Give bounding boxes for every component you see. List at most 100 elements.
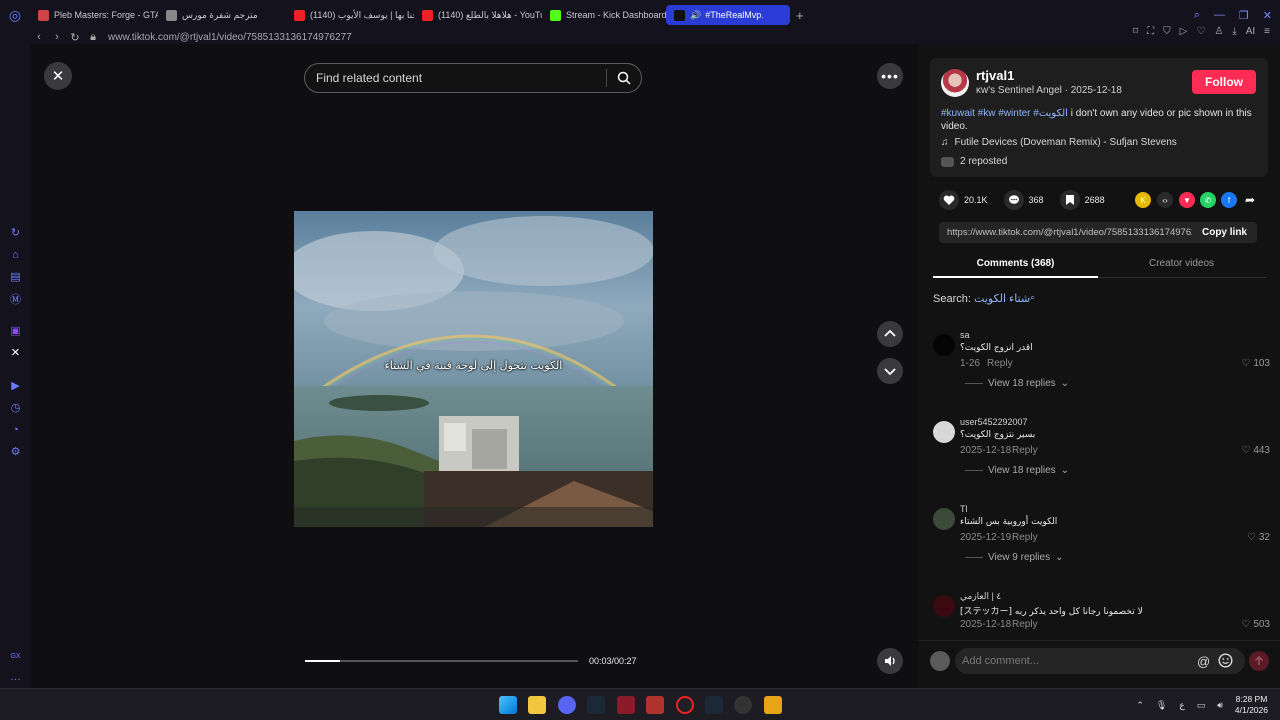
comment-like-button[interactable]: ♡ 443: [1241, 445, 1270, 456]
opera-gx-icon[interactable]: [676, 696, 694, 714]
share-arrow-icon[interactable]: ➦: [1242, 192, 1258, 208]
hashtags[interactable]: #kuwait #kw #winter #الكويت: [941, 108, 1068, 119]
menu-icon[interactable]: ≡: [1264, 26, 1270, 37]
search-icon[interactable]: [607, 71, 641, 85]
tab-tiktok-active[interactable]: 🔊 #TheRealMvp.: [666, 5, 790, 25]
more-options-button[interactable]: •••: [877, 63, 903, 89]
comment-reply-button[interactable]: Reply: [1012, 532, 1038, 543]
reposted-info[interactable]: 2 reposted: [941, 156, 1007, 167]
facebook-icon[interactable]: f: [1221, 192, 1237, 208]
sidebar-player-icon[interactable]: ▶: [9, 379, 22, 392]
adobe-app-icon[interactable]: [617, 696, 635, 714]
snapshot-icon[interactable]: ⛶: [1147, 26, 1154, 37]
comment-like-button[interactable]: ♡ 32: [1247, 532, 1270, 543]
sidebar-bag-icon[interactable]: ⌂: [9, 248, 22, 261]
comment-avatar[interactable]: [933, 508, 955, 530]
clock[interactable]: 8:28 PM 4/1/2026: [1235, 694, 1268, 716]
save-action[interactable]: 2688: [1059, 190, 1105, 210]
new-tab-button[interactable]: +: [796, 8, 804, 23]
search-tabs-icon[interactable]: ⌕: [1194, 9, 1200, 22]
url-field[interactable]: www.tiktok.com/@rtjval1/video/7585133136…: [108, 32, 352, 43]
whatsapp-icon[interactable]: ✆: [1200, 192, 1216, 208]
chevron-up-icon[interactable]: ⌃: [1136, 700, 1144, 711]
forward-button[interactable]: ›: [48, 31, 66, 43]
comment-reply-button[interactable]: Reply: [987, 358, 1013, 369]
copy-link-button[interactable]: Copy link: [1192, 227, 1257, 238]
close-window-button[interactable]: ✕: [1263, 9, 1272, 22]
tab-comments[interactable]: Comments (368): [933, 258, 1098, 269]
share-link-field[interactable]: https://www.tiktok.com/@rtjval1/video/75…: [939, 227, 1192, 238]
volume-button[interactable]: [877, 648, 903, 674]
minimize-button[interactable]: —: [1214, 9, 1225, 21]
language-indicator[interactable]: ع: [1179, 700, 1184, 711]
next-video-button[interactable]: [877, 358, 903, 384]
comment-username[interactable]: Tl: [960, 504, 968, 514]
mention-at-icon[interactable]: @: [1197, 654, 1210, 669]
like-action[interactable]: 20.1K: [939, 190, 988, 210]
history-icon[interactable]: ◷: [9, 401, 22, 414]
tab-youtube-1[interactable]: (1140) أرحنا بها | يوسف الأيوب: [286, 0, 414, 30]
emoji-icon[interactable]: [1218, 653, 1233, 671]
sidebar-chat-icon[interactable]: ◔: [9, 423, 22, 436]
share-kick-icon[interactable]: K: [1135, 192, 1151, 208]
search-suggestion[interactable]: Search: شتاء الكويت⌕: [933, 292, 1035, 305]
opera-gx-logo-icon[interactable]: ◎: [0, 0, 30, 30]
profile-icon[interactable]: ♙: [1214, 26, 1223, 37]
download-icon[interactable]: ⤓: [1232, 26, 1236, 37]
comment-reply-button[interactable]: Reply: [1012, 445, 1038, 456]
previous-video-button[interactable]: [877, 321, 903, 347]
bookmark-icon[interactable]: ⌑: [1133, 26, 1138, 37]
app-icon[interactable]: [764, 696, 782, 714]
comment-reply-button[interactable]: Reply: [1012, 619, 1038, 630]
file-explorer-icon[interactable]: [528, 696, 546, 714]
tab-morse-translator[interactable]: مترجم شفرة مورس: [158, 0, 286, 30]
settings-gear-icon[interactable]: ⚙: [9, 445, 22, 458]
comment-username[interactable]: ٤ | العازمي: [960, 591, 1001, 602]
windows-start-icon[interactable]: [499, 696, 517, 714]
sidebar-gx-corner-icon[interactable]: ↻: [9, 226, 22, 239]
sidebar-more-icon[interactable]: …: [9, 670, 22, 683]
music-info[interactable]: ♫ Futile Devices (Doveman Remix) - Sufja…: [941, 137, 1177, 148]
comment-like-button[interactable]: ♡ 103: [1241, 358, 1270, 369]
comment-like-button[interactable]: ♡ 503: [1241, 619, 1270, 630]
comment-avatar[interactable]: [933, 334, 955, 356]
tab-kick-dashboard[interactable]: Stream - Kick Dashboard: [542, 0, 666, 30]
app-icon[interactable]: [646, 696, 664, 714]
comment-username[interactable]: user5452292007: [960, 417, 1028, 427]
comment-action[interactable]: 368: [1003, 190, 1044, 210]
send-comment-button[interactable]: [1249, 651, 1269, 671]
comment-avatar[interactable]: [933, 421, 955, 443]
video-progress-bar[interactable]: [305, 660, 578, 662]
tab-pleb-masters[interactable]: Pleb Masters: Forge - GTA: [30, 0, 158, 30]
volume-icon[interactable]: 🔊︎: [1217, 700, 1223, 711]
sidebar-news-icon[interactable]: ▤: [9, 270, 22, 283]
x-twitter-icon[interactable]: ✕: [9, 346, 22, 359]
view-replies-button[interactable]: View 18 replies ⌄: [965, 378, 1069, 389]
comment-avatar[interactable]: [933, 595, 955, 617]
twitch-icon[interactable]: ▣: [9, 324, 22, 337]
steam-icon[interactable]: [587, 696, 605, 714]
microphone-icon[interactable]: 🎙︎: [1156, 700, 1167, 711]
ai-icon[interactable]: AI: [1246, 26, 1255, 37]
play-icon[interactable]: ▷: [1180, 26, 1188, 37]
view-replies-button[interactable]: View 9 replies ⌄: [965, 552, 1063, 563]
steam-icon[interactable]: [705, 696, 723, 714]
search-keyword[interactable]: شتاء الكويت: [974, 293, 1030, 305]
restore-button[interactable]: ❐: [1239, 9, 1249, 22]
reload-button[interactable]: ↻: [66, 31, 84, 44]
search-input[interactable]: Find related content: [305, 71, 606, 85]
back-button[interactable]: ‹: [30, 31, 48, 43]
author-name[interactable]: rtjval1: [976, 68, 1014, 83]
sidebar-m-icon[interactable]: Ⓜ: [9, 292, 22, 306]
related-search-box[interactable]: Find related content: [304, 63, 642, 93]
share-send-icon[interactable]: ▼: [1179, 192, 1195, 208]
follow-button[interactable]: Follow: [1192, 70, 1256, 94]
tab-creator-videos[interactable]: Creator videos: [1099, 258, 1264, 269]
comment-username[interactable]: sa: [960, 330, 970, 340]
view-replies-button[interactable]: View 18 replies ⌄: [965, 465, 1069, 476]
close-video-button[interactable]: ✕: [44, 62, 72, 90]
gx-control-icon[interactable]: GX: [9, 650, 22, 663]
discord-icon[interactable]: [558, 696, 576, 714]
heart-icon[interactable]: ♡: [1196, 26, 1205, 37]
embed-code-icon[interactable]: ‹›: [1157, 192, 1173, 208]
